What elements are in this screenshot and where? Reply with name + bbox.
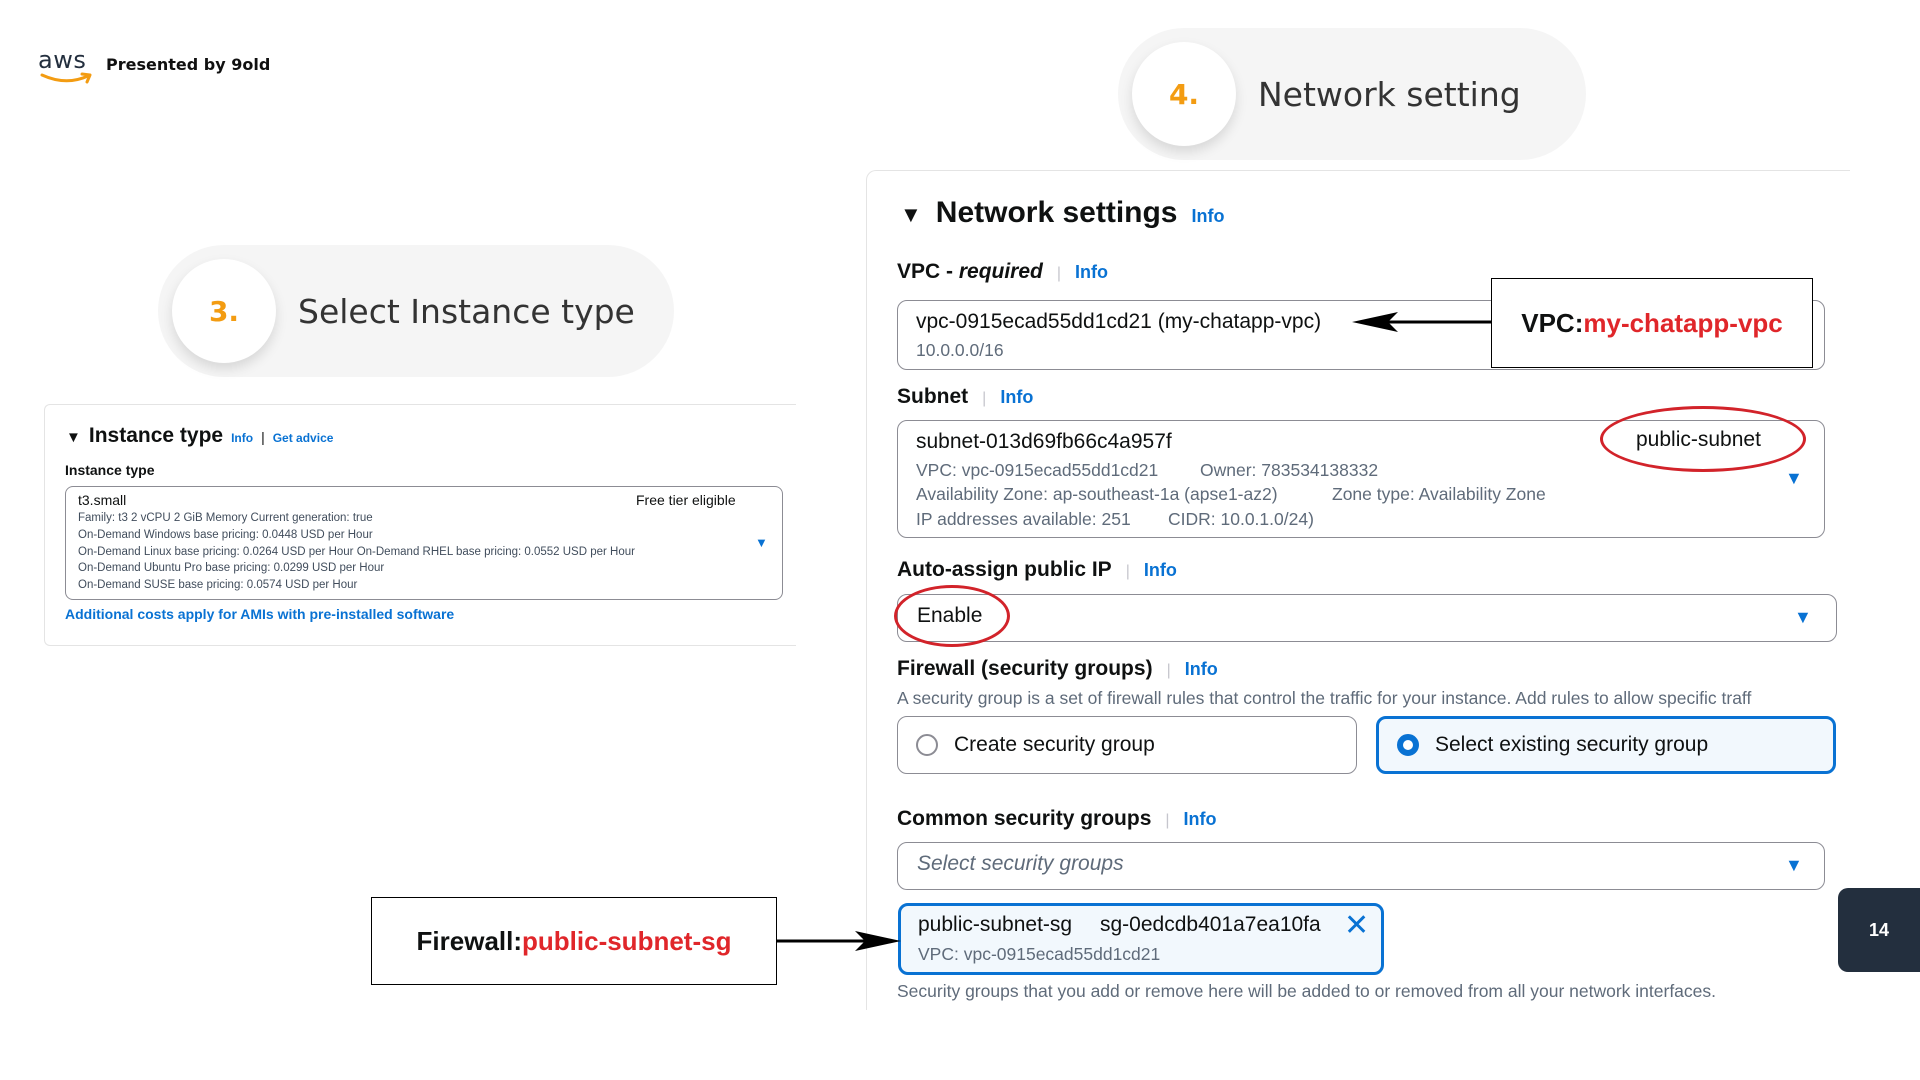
aws-logo: aws bbox=[38, 48, 94, 88]
collapse-triangle-icon[interactable]: ▼ bbox=[900, 202, 922, 228]
vpc-callout: VPC: my-chatapp-vpc bbox=[1491, 278, 1813, 368]
subnet-owner: Owner: 783534138332 bbox=[1200, 460, 1379, 480]
subnet-label-row: Subnet | Info bbox=[897, 385, 1033, 409]
radio-unselected-icon[interactable] bbox=[916, 734, 938, 756]
sg-chip-id: sg-0edcdb401a7ea10fa bbox=[1100, 913, 1321, 936]
additional-costs-link[interactable]: Additional costs apply for AMIs with pre… bbox=[65, 606, 454, 622]
security-groups-footer-note: Security groups that you add or remove h… bbox=[897, 981, 1717, 1001]
vpc-label-row: VPC - required | Info bbox=[897, 260, 1108, 284]
create-security-group-option[interactable]: Create security group bbox=[897, 716, 1357, 774]
common-sg-label-row: Common security groups | Info bbox=[897, 807, 1217, 831]
subnet-zone-type: Zone type: Availability Zone bbox=[1332, 484, 1546, 504]
vpc-value: vpc-0915ecad55dd1cd21 (my-chatapp-vpc) bbox=[916, 310, 1322, 333]
instance-link-separator: | bbox=[261, 429, 265, 445]
auto-assign-value: Enable bbox=[917, 604, 983, 627]
arrow-left-icon bbox=[1352, 312, 1492, 332]
instance-detail-line: On-Demand Linux base pricing: 0.0264 USD… bbox=[78, 546, 635, 558]
subnet-az: Availability Zone: ap-southeast-1a (apse… bbox=[916, 484, 1278, 504]
label-divider: | bbox=[982, 390, 987, 407]
firewall-info-link[interactable]: Info bbox=[1185, 659, 1218, 680]
firewall-label: Firewall (security groups) bbox=[897, 657, 1153, 680]
auto-assign-label: Auto-assign public IP bbox=[897, 558, 1112, 581]
subnet-vpc: VPC: vpc-0915ecad55dd1cd21 bbox=[916, 460, 1159, 480]
vpc-callout-prefix: VPC: bbox=[1521, 307, 1584, 338]
step-4-label: Network setting bbox=[1258, 74, 1521, 114]
instance-info-link[interactable]: Info bbox=[231, 431, 253, 445]
sg-chip-name: public-subnet-sg bbox=[918, 913, 1073, 936]
step-4-pill: 4. Network setting bbox=[1118, 28, 1586, 160]
label-divider: | bbox=[1056, 265, 1062, 282]
subnet-cidr: CIDR: 10.0.1.0/24) bbox=[1168, 509, 1314, 529]
create-security-group-label: Create security group bbox=[954, 733, 1155, 756]
subnet-dropdown-arrow-icon[interactable]: ▼ bbox=[1785, 468, 1803, 489]
label-divider: | bbox=[1125, 563, 1130, 580]
instance-detail-line: Family: t3 2 vCPU 2 GiB Memory Current g… bbox=[78, 512, 373, 524]
vpc-cidr: 10.0.0.0/16 bbox=[916, 340, 1004, 360]
aws-logo-text: aws bbox=[38, 46, 87, 74]
radio-selected-icon[interactable] bbox=[1397, 734, 1419, 756]
network-info-link[interactable]: Info bbox=[1192, 206, 1225, 227]
instance-type-header: ▼ Instance type Info | Get advice bbox=[66, 424, 333, 448]
instance-dropdown-arrow-icon[interactable]: ▼ bbox=[755, 535, 768, 550]
instance-type-field-label: Instance type bbox=[65, 462, 155, 478]
collapse-triangle-icon[interactable]: ▼ bbox=[66, 429, 81, 446]
security-groups-dropdown-arrow-icon[interactable]: ▼ bbox=[1785, 855, 1803, 876]
common-sg-info-link[interactable]: Info bbox=[1184, 809, 1217, 830]
subnet-info-link[interactable]: Info bbox=[1000, 387, 1033, 408]
auto-assign-select[interactable] bbox=[897, 594, 1837, 642]
select-existing-security-group-option[interactable]: Select existing security group bbox=[1376, 716, 1836, 774]
aws-smile-icon bbox=[40, 72, 92, 84]
vpc-label: VPC - required bbox=[897, 260, 1043, 283]
step-3-label: Select Instance type bbox=[298, 291, 635, 331]
get-advice-link[interactable]: Get advice bbox=[273, 431, 334, 445]
step-3-pill: 3. Select Instance type bbox=[158, 245, 674, 377]
firewall-callout-prefix: Firewall: bbox=[416, 925, 523, 956]
free-tier-badge: Free tier eligible bbox=[636, 492, 736, 508]
select-existing-security-group-label: Select existing security group bbox=[1435, 733, 1709, 756]
label-divider: | bbox=[1166, 662, 1171, 679]
instance-detail-line: On-Demand Windows base pricing: 0.0448 U… bbox=[78, 529, 373, 541]
subnet-ip-available: IP addresses available: 251 bbox=[916, 509, 1131, 529]
vpc-callout-value: my-chatapp-vpc bbox=[1583, 307, 1783, 338]
slide-page-number: 14 bbox=[1838, 888, 1920, 972]
common-sg-label: Common security groups bbox=[897, 807, 1152, 830]
auto-assign-dropdown-arrow-icon[interactable]: ▼ bbox=[1794, 607, 1812, 628]
firewall-label-row: Firewall (security groups) | Info bbox=[897, 657, 1218, 681]
arrow-right-icon bbox=[777, 931, 901, 951]
subnet-name: public-subnet bbox=[1636, 428, 1761, 451]
label-divider: | bbox=[1165, 812, 1170, 829]
step-3-number: 3. bbox=[172, 259, 276, 363]
step-4-number: 4. bbox=[1132, 42, 1236, 146]
sg-chip-vpc: VPC: vpc-0915ecad55dd1cd21 bbox=[918, 944, 1161, 964]
firewall-callout: Firewall: public-subnet-sg bbox=[371, 897, 777, 985]
remove-security-group-close-icon[interactable]: ✕ bbox=[1344, 911, 1369, 941]
firewall-callout-value: public-subnet-sg bbox=[522, 925, 732, 956]
vpc-info-link[interactable]: Info bbox=[1075, 262, 1108, 283]
network-settings-header: ▼ Network settings Info bbox=[900, 196, 1225, 230]
firewall-description: A security group is a set of firewall ru… bbox=[897, 688, 1752, 708]
auto-assign-info-link[interactable]: Info bbox=[1144, 560, 1177, 581]
instance-type-value: t3.small bbox=[78, 492, 127, 508]
instance-type-title: Instance type bbox=[88, 424, 224, 447]
subnet-value: subnet-013d69fb66c4a957f bbox=[916, 430, 1172, 453]
subnet-label: Subnet bbox=[897, 385, 969, 408]
security-groups-placeholder: Select security groups bbox=[917, 852, 1124, 875]
instance-detail-line: On-Demand SUSE base pricing: 0.0574 USD … bbox=[78, 579, 358, 591]
instance-detail-line: On-Demand Ubuntu Pro base pricing: 0.029… bbox=[78, 562, 385, 574]
network-settings-title: Network settings bbox=[935, 196, 1178, 229]
auto-assign-label-row: Auto-assign public IP | Info bbox=[897, 558, 1177, 582]
presented-by: Presented by 9old bbox=[106, 55, 271, 74]
